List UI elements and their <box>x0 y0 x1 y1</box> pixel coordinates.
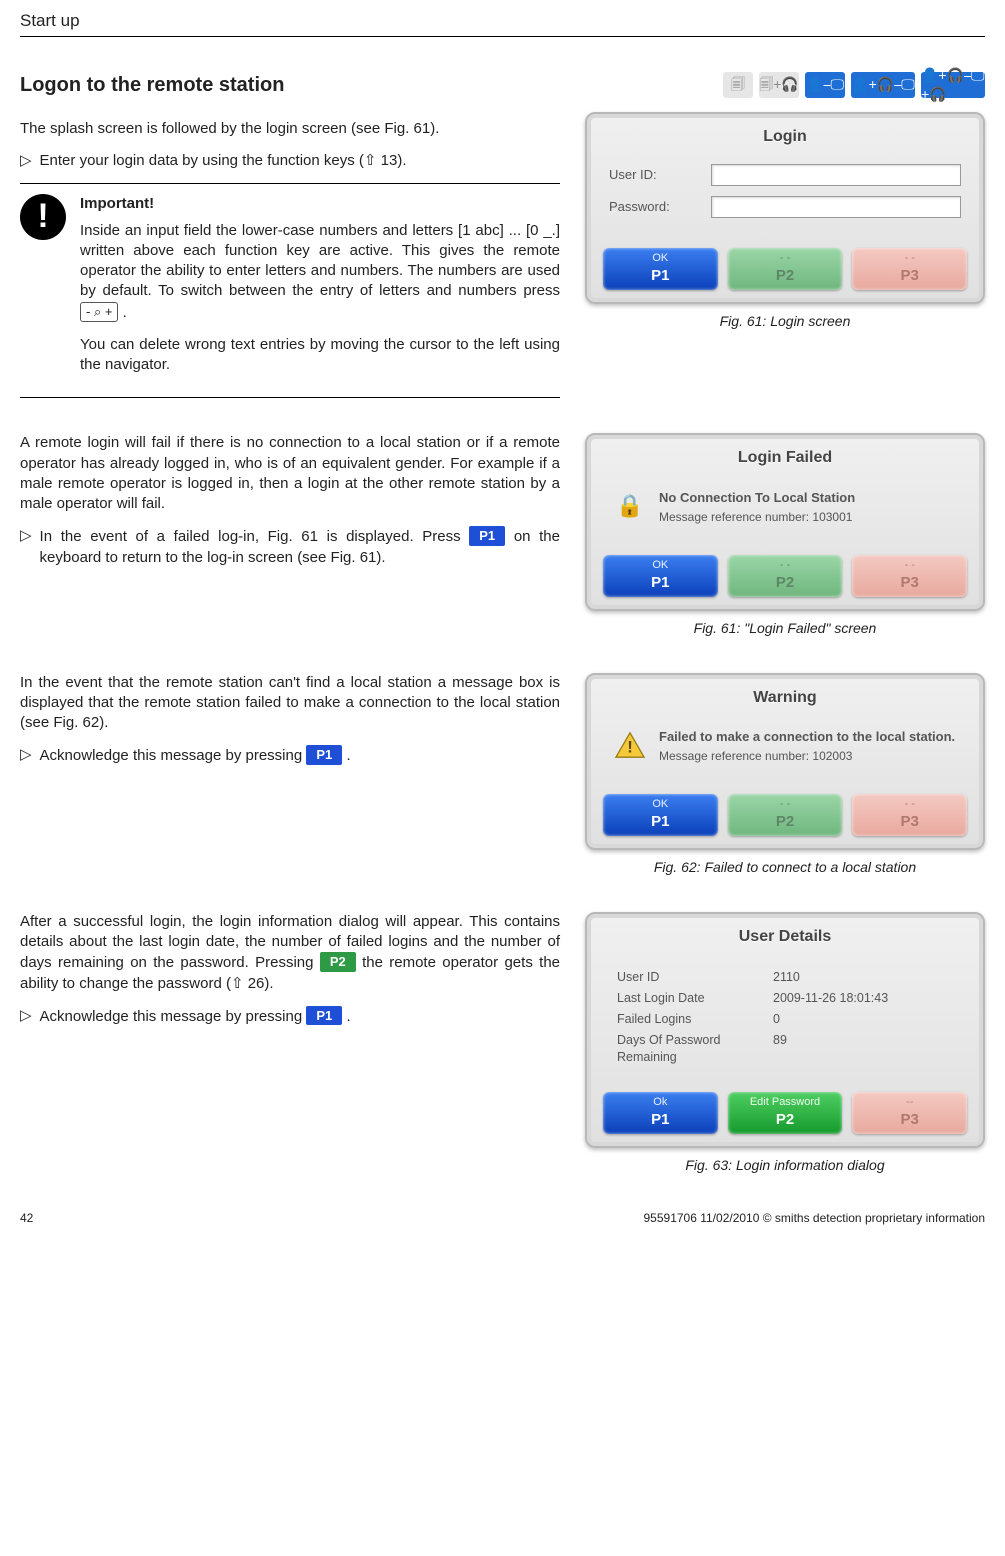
cant-find-para: In the event that the remote station can… <box>20 673 560 734</box>
footer-copyright: 95591706 11/02/2010 © smiths detection p… <box>644 1210 986 1226</box>
triangle-icon: ▷ <box>20 1006 32 1027</box>
p2-key-icon: P2 <box>320 952 356 972</box>
section-row-4: After a successful login, the login info… <box>20 912 985 1175</box>
p1-key-icon: P1 <box>469 526 505 546</box>
login-failed-dialog: Login Failed 🔒 No Connection To Local St… <box>585 433 985 610</box>
user-id-label: User ID: <box>609 166 699 184</box>
msg-ref-number: Message reference number: 103001 <box>659 509 855 525</box>
user-details-dialog: User Details User ID2110 Last Login Date… <box>585 912 985 1148</box>
chapter-heading: Start up <box>20 10 985 33</box>
step-enter-login: ▷ Enter your login data by using the fun… <box>20 151 560 171</box>
header-rule <box>20 36 985 37</box>
mode-icon-4: 👤+🎧⎯🖵 <box>851 72 915 98</box>
section-title: Logon to the remote station <box>20 72 560 99</box>
login-failed-title: Login Failed <box>595 443 975 479</box>
user-details-title: User Details <box>595 922 975 958</box>
user-id-input[interactable] <box>711 164 961 186</box>
step-text: Enter your login data by using the funct… <box>40 151 560 171</box>
important-label: Important! <box>80 194 560 214</box>
mode-icon-strip: 🗐 🗐+🎧 👤⎯🖵 👤+🎧⎯🖵 👤+🎧⎯🖵+🎧 <box>585 72 985 98</box>
zoom-key-icon: - ⌕ + <box>80 302 118 322</box>
p2-button[interactable]: - - P2 <box>728 248 843 290</box>
page-footer: 42 95591706 11/02/2010 © smiths detectio… <box>20 1210 985 1226</box>
success-login-para: After a successful login, the login info… <box>20 912 560 994</box>
page-number: 42 <box>20 1210 33 1226</box>
svg-text:!: ! <box>627 738 633 757</box>
lock-icon: 🔒 <box>613 489 647 523</box>
mode-icon-3: 👤⎯🖵 <box>805 72 845 98</box>
exclamation-icon: ! <box>20 194 66 240</box>
warning-title: Warning <box>595 683 975 719</box>
important-text-1: Inside an input field the lower-case num… <box>80 221 560 323</box>
p3-button[interactable]: - - P3 <box>852 794 967 836</box>
login-dialog-title: Login <box>595 122 975 158</box>
step-ack-warning: ▷ Acknowledge this message by pressing P… <box>20 745 560 766</box>
table-row: Days Of Password Remaining89 <box>617 1030 953 1068</box>
triangle-icon: ▷ <box>20 745 32 766</box>
p2-button[interactable]: - - P2 <box>728 555 843 597</box>
p3-button[interactable]: - - P3 <box>852 555 967 597</box>
mode-icon-5: 👤+🎧⎯🖵+🎧 <box>921 72 985 98</box>
step-failed-login: ▷ In the event of a failed log-in, Fig. … <box>20 526 560 568</box>
intro-para: The splash screen is followed by the log… <box>20 119 560 139</box>
triangle-icon: ▷ <box>20 526 32 568</box>
section-row-1: Logon to the remote station The splash s… <box>20 72 985 399</box>
table-row: Failed Logins0 <box>617 1009 953 1030</box>
fig62-caption: Fig. 62: Failed to connect to a local st… <box>585 858 985 877</box>
mode-icon-1: 🗐 <box>723 72 753 98</box>
fig61b-caption: Fig. 61: "Login Failed" screen <box>585 619 985 638</box>
no-connection-msg: No Connection To Local Station <box>659 489 855 507</box>
p1-ok-button[interactable]: OK P1 <box>603 794 718 836</box>
p3-button[interactable]: - - P3 <box>852 248 967 290</box>
p2-button[interactable]: - - P2 <box>728 794 843 836</box>
section-row-2: A remote login will fail if there is no … <box>20 433 985 637</box>
failed-conn-msg: Failed to make a connection to the local… <box>659 728 955 746</box>
table-row: User ID2110 <box>617 967 953 988</box>
step-ack-details: ▷ Acknowledge this message by pressing P… <box>20 1006 560 1027</box>
msg-ref-number: Message reference number: 102003 <box>659 748 955 764</box>
p1-ok-button[interactable]: OK P1 <box>603 248 718 290</box>
fig63-caption: Fig. 63: Login information dialog <box>585 1156 985 1175</box>
password-label: Password: <box>609 198 699 216</box>
login-dialog: Login User ID: Password: OK P1 - - <box>585 112 985 304</box>
warning-triangle-icon: ! <box>613 728 647 762</box>
table-row: Last Login Date2009-11-26 18:01:43 <box>617 988 953 1009</box>
section-row-3: In the event that the remote station can… <box>20 673 985 877</box>
p3-button[interactable]: -- P3 <box>852 1092 967 1134</box>
password-input[interactable] <box>711 196 961 218</box>
p1-ok-button[interactable]: OK P1 <box>603 555 718 597</box>
fig61-caption: Fig. 61: Login screen <box>585 312 985 331</box>
important-note: ! Important! Inside an input field the l… <box>20 183 560 398</box>
user-details-table: User ID2110 Last Login Date2009-11-26 18… <box>609 963 961 1071</box>
warning-dialog: Warning ! Failed to make a connection to… <box>585 673 985 850</box>
p1-key-icon: P1 <box>306 1006 342 1026</box>
important-text-2: You can delete wrong text entries by mov… <box>80 335 560 376</box>
p2-edit-password-button[interactable]: Edit Password P2 <box>728 1092 843 1134</box>
p1-ok-button[interactable]: Ok P1 <box>603 1092 718 1134</box>
remote-fail-para: A remote login will fail if there is no … <box>20 433 560 514</box>
mode-icon-2: 🗐+🎧 <box>759 72 799 98</box>
triangle-icon: ▷ <box>20 151 32 171</box>
p1-key-icon: P1 <box>306 745 342 765</box>
